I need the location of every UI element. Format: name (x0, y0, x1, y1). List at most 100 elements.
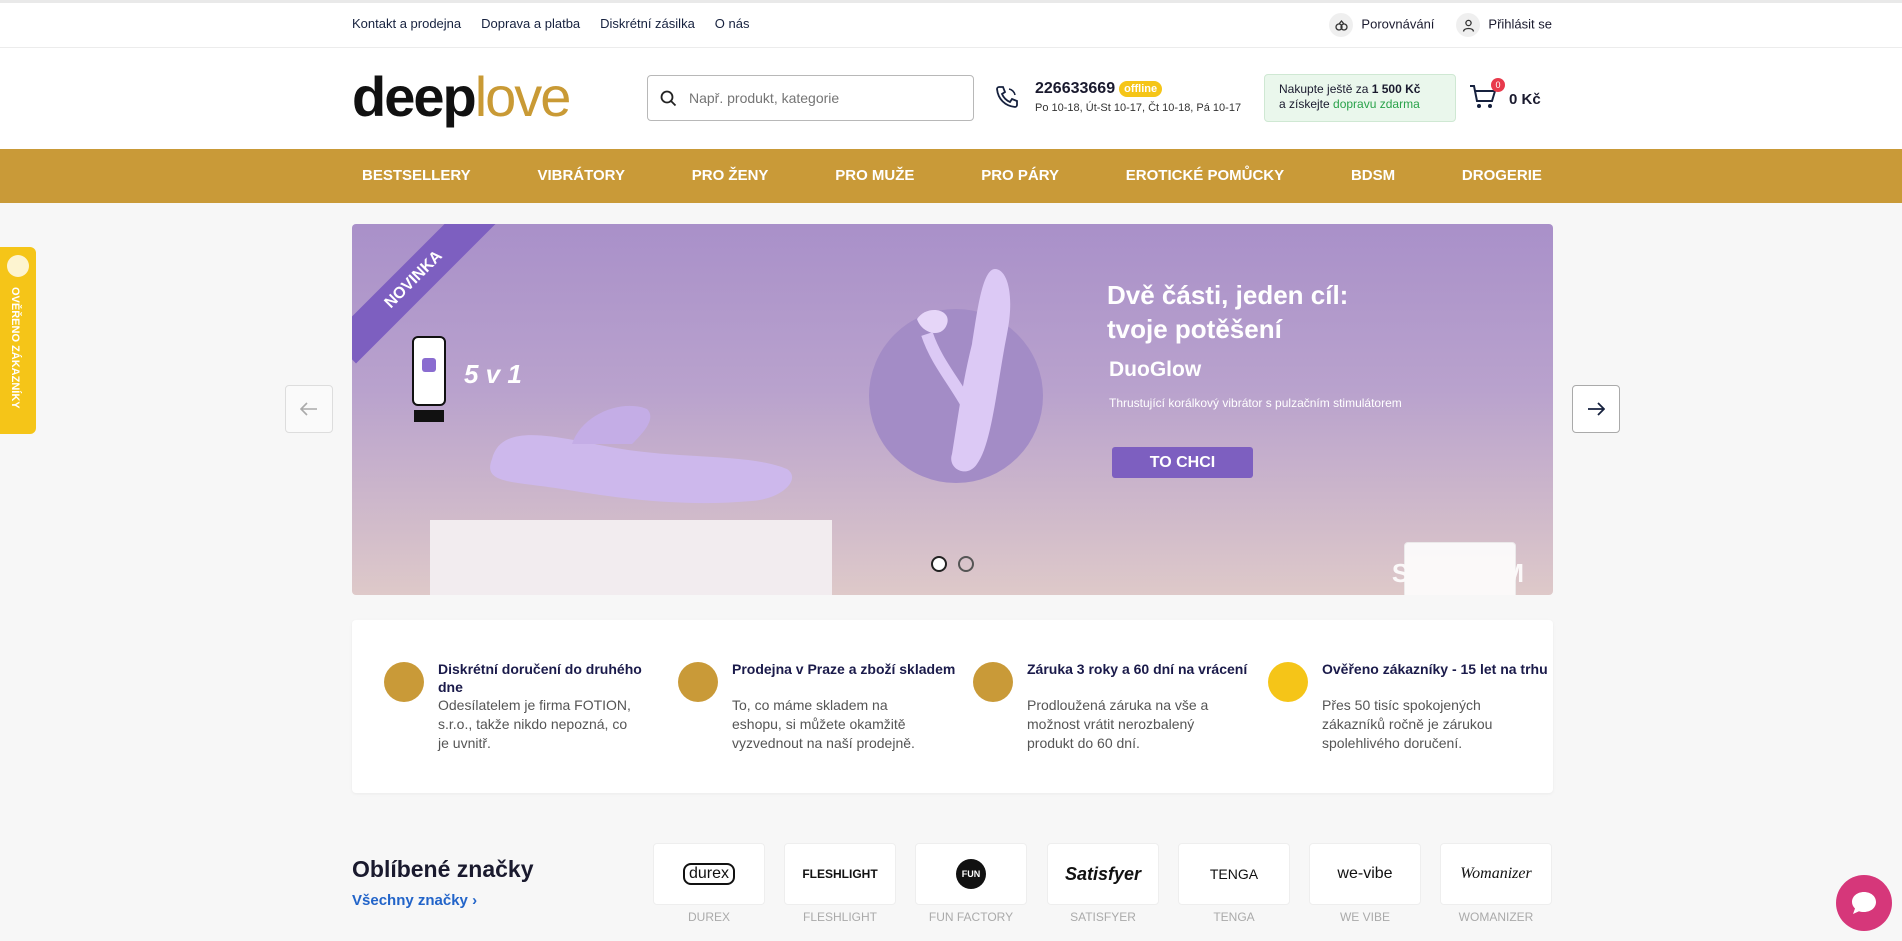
benefit-text: Přes 50 tisíc spokojených zákazníků ročn… (1322, 697, 1493, 751)
brand-logo: FUN (956, 859, 986, 889)
link-shipping[interactable]: Doprava a platba (481, 16, 580, 31)
brand-tile-tenga[interactable]: TENGA (1178, 843, 1290, 905)
brand-name: FLESHLIGHT (802, 910, 877, 924)
nav-men[interactable]: PRO MUŽE (835, 149, 914, 203)
cart-icon-wrap: 0 (1469, 78, 1505, 115)
brand-logo: Satisfyer (1064, 863, 1142, 884)
brand-name: FUN FACTORY (928, 910, 1014, 924)
banner-product-name: DuoGlow (1109, 358, 1202, 381)
brand-logo: TENGA (1209, 866, 1259, 882)
phone-app-icon (412, 336, 446, 422)
nav-women[interactable]: PRO ŽENY (692, 149, 769, 203)
brand-tile-satisfyer[interactable]: Satisfyer (1047, 843, 1159, 905)
product-detail-image (917, 269, 1011, 472)
verified-seal-icon (7, 255, 29, 277)
compare-link[interactable]: Porovnávání (1329, 13, 1434, 37)
badge-icon (1268, 662, 1308, 702)
compare-icon (1329, 13, 1354, 37)
link-discreet[interactable]: Diskrétní zásilka (600, 16, 695, 31)
brand-logo: we-vibe (1337, 865, 1393, 882)
arrow-right-icon (1588, 402, 1605, 416)
link-contact[interactable]: Kontakt a prodejna (352, 16, 461, 31)
banner-headline-1: Dvě části, jeden cíl: (1107, 280, 1349, 310)
nav-drugstore[interactable]: DROGERIE (1462, 149, 1542, 203)
benefit-text: To, co máme skladem na eshopu, si můžete… (732, 697, 915, 751)
brand-logo: Womanizer (1460, 865, 1532, 882)
freeship-amount: 1 500 Kč (1371, 82, 1421, 96)
truck-icon (384, 662, 424, 702)
hero-banner[interactable]: NOVINKA 5 v 1 Dvě části, jeden cíl: tvoj… (352, 224, 1553, 595)
vibrator-image (490, 405, 793, 504)
chat-bubble-icon (1852, 892, 1876, 914)
benefit-title: Prodejna v Praze a zboží skladem (732, 661, 956, 677)
brands-heading: Oblíbené značky (352, 856, 534, 882)
login-link[interactable]: Přihlásit se (1456, 13, 1552, 37)
search-box (647, 75, 974, 121)
all-brands-link[interactable]: Všechny značky › (352, 892, 477, 909)
header: deeplove 226633669offline Po 10-18, Út-S… (0, 48, 1902, 149)
top-links: Kontakt a prodejna Doprava a platba Disk… (352, 16, 749, 31)
search-input[interactable] (689, 90, 939, 106)
arrow-left-icon (300, 402, 317, 416)
free-shipping-box: Nakupte ještě za 1 500 Kč a získejte dop… (1264, 74, 1456, 122)
top-right: Porovnávání Přihlásit se (1329, 13, 1552, 37)
brand-logo: durex (682, 863, 736, 885)
brand-name: WOMANIZER (1458, 910, 1534, 924)
opening-hours: Po 10-18, Út-St 10-17, Čt 10-18, Pá 10-1… (1035, 102, 1242, 114)
benefits-bar: Diskrétní doručení do druhého dne Odesíl… (352, 620, 1553, 793)
carousel-dot-2[interactable] (958, 556, 974, 572)
user-icon (1456, 13, 1481, 37)
banner-cta-button[interactable]: TO CHCI (1112, 447, 1253, 478)
benefit-title: Záruka 3 roky a 60 dní na vrácení (1027, 661, 1248, 677)
benefit-text: Odesílatelem je firma FOTION, s.r.o., ta… (438, 697, 631, 751)
benefit-title: Diskrétní doručení do druhého dne (438, 661, 642, 695)
product-podium (430, 520, 832, 595)
brand-name: WE VIBE (1339, 910, 1390, 924)
phone-icon (996, 86, 1018, 108)
verified-customers-tab[interactable]: OVĚŘENO ZÁKAZNÍKY (0, 247, 36, 434)
nav-erotic-aids[interactable]: EROTICKÉ POMŮCKY (1126, 149, 1284, 203)
phone-number[interactable]: 226633669 (1035, 80, 1115, 97)
clipboard-icon (973, 662, 1013, 702)
brand-name: TENGA (1213, 910, 1255, 924)
brand-tile-womanizer[interactable]: Womanizer (1440, 843, 1552, 905)
shop-icon (678, 662, 718, 702)
banner-headline-2: tvoje potěšení (1107, 314, 1282, 344)
brand-tile-durex[interactable]: durex (653, 843, 765, 905)
carousel-dot-1[interactable] (931, 556, 947, 572)
nav-bdsm[interactable]: BDSM (1351, 149, 1395, 203)
cart-total: 0 Kč (1509, 91, 1541, 108)
brand-name: SATISFYER (1070, 910, 1136, 924)
banner-headline: Dvě části, jeden cíl: tvoje potěšení (1107, 278, 1348, 346)
cart-button[interactable]: 0 0 Kč (1469, 78, 1541, 115)
verified-tab-label: OVĚŘENO ZÁKAZNÍKY (9, 287, 21, 409)
freeship-link: dopravu zdarma (1333, 97, 1420, 111)
brand-tile-wevibe[interactable]: we-vibe (1309, 843, 1421, 905)
brand-tile-fleshlight[interactable]: FLESHLIGHT (784, 843, 896, 905)
phone-block: 226633669 offline Po 10-18, Út-St 10-17, … (993, 80, 1241, 114)
brand-name: DUREX (687, 910, 730, 924)
brand-tile-funfactory[interactable]: FUN (915, 843, 1027, 905)
benefit-text: Prodloužená záruka na vše a možnost vrát… (1027, 697, 1209, 751)
main-nav: BESTSELLERY VIBRÁTORY PRO ŽENY PRO MUŽE … (0, 149, 1902, 203)
carousel-prev-button[interactable] (285, 385, 333, 433)
freeship-prefix-2: a získejte (1279, 97, 1334, 111)
phone-status-badge: offline (1119, 80, 1163, 97)
logo-deep: deep (352, 65, 477, 128)
search-icon[interactable] (660, 90, 677, 107)
login-label: Přihlásit se (1488, 16, 1552, 32)
top-bar: Kontakt a prodejna Doprava a platba Disk… (0, 0, 1902, 48)
banner-brand-logo: SVAKOM (1392, 542, 1524, 595)
nav-vibrators[interactable]: VIBRÁTORY (537, 149, 625, 203)
five-in-one-label: 5 v 1 (464, 359, 522, 389)
logo[interactable]: deeplove (352, 65, 572, 128)
cart-count-badge: 0 (1491, 78, 1505, 92)
chat-button[interactable] (1836, 875, 1892, 931)
nav-bestsellers[interactable]: BESTSELLERY (362, 149, 471, 203)
logo-love: love (474, 65, 572, 128)
freeship-prefix: Nakupte ještě za (1279, 82, 1372, 96)
carousel-next-button[interactable] (1572, 385, 1620, 433)
link-about[interactable]: O nás (715, 16, 750, 31)
nav-couples[interactable]: PRO PÁRY (981, 149, 1059, 203)
banner-description: Thrustující korálkový vibrátor s pulzačn… (1109, 396, 1402, 410)
